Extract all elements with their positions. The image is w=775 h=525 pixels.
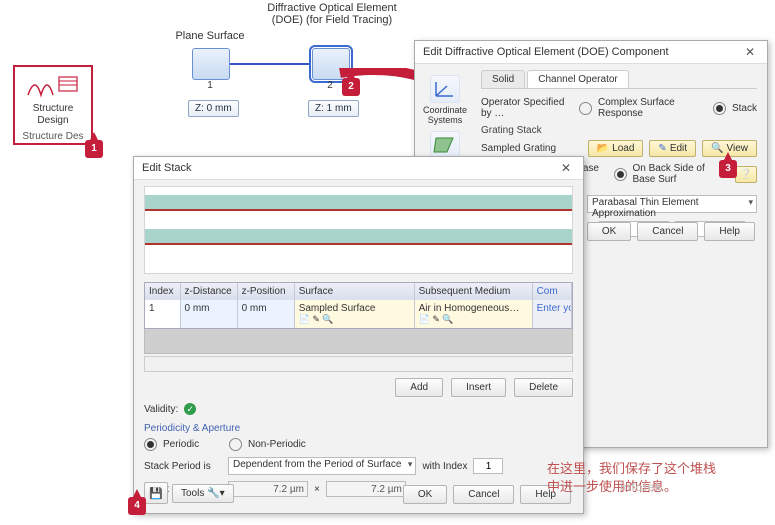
periodic-label: Periodic — [163, 439, 223, 450]
table-row[interactable]: 1 0 mm 0 mm Sampled Surface📄 ✎ 🔍 Air in … — [145, 300, 572, 328]
stack-radio[interactable] — [713, 102, 726, 115]
tab-channel-operator[interactable]: Channel Operator — [527, 70, 629, 88]
col-zdistance: z-Distance — [181, 283, 238, 300]
block2-title: Diffractive Optical Element (DOE) (for F… — [262, 2, 402, 26]
palette-group-label: Structure Des — [15, 131, 91, 142]
add-button[interactable]: Add — [395, 378, 443, 397]
doe-ok-button[interactable]: OK — [587, 222, 631, 241]
with-index-label: with Index — [422, 461, 467, 472]
nonperiodic-radio[interactable] — [229, 438, 242, 451]
back-side-label: On Back Side of Base Surf — [633, 163, 723, 185]
save-icon-button[interactable]: 💾 — [144, 482, 168, 504]
col-zposition: z-Position — [238, 283, 295, 300]
periodicity-title: Periodicity & Aperture — [144, 423, 573, 434]
help-icon-button[interactable]: ❔ — [735, 166, 757, 183]
doe-title: Edit Diffractive Optical Element (DOE) C… — [423, 46, 669, 58]
close-icon[interactable]: ✕ — [557, 161, 575, 175]
position-icon — [430, 131, 460, 159]
complex-surface-radio[interactable] — [579, 102, 592, 115]
times-label: × — [314, 484, 320, 495]
badge-3: 3 — [719, 160, 737, 178]
plane-surface-block[interactable] — [192, 48, 230, 80]
col-comment: Com — [533, 283, 572, 300]
stack-title: Edit Stack — [142, 162, 192, 174]
structure-design-palette-item[interactable]: Structure Design Structure Des — [13, 65, 93, 145]
structure-design-icon — [15, 71, 91, 101]
horizontal-scrollbar[interactable] — [144, 356, 573, 372]
stack-period-dependency-dropdown[interactable]: Dependent from the Period of Surface — [228, 457, 416, 475]
sampled-grating-label: Sampled Grating — [481, 143, 582, 154]
badge-1: 1 — [85, 140, 103, 158]
col-medium: Subsequent Medium — [415, 283, 533, 300]
load-button[interactable]: 📂Load — [588, 140, 644, 157]
close-icon[interactable]: ✕ — [741, 45, 759, 59]
insert-button[interactable]: Insert — [451, 378, 506, 397]
stack-cancel-button[interactable]: Cancel — [453, 485, 514, 504]
col-index: Index — [145, 283, 181, 300]
with-index-input[interactable] — [473, 458, 503, 474]
validity-label: Validity: — [144, 404, 178, 415]
operator-specified-label: Operator Specified by … — [481, 97, 573, 119]
palette-label-1: Structure — [15, 103, 91, 115]
table-empty-area — [144, 329, 573, 354]
block1-number: 1 — [192, 80, 228, 91]
back-side-radio[interactable] — [614, 168, 627, 181]
doe-help-button[interactable]: Help — [704, 222, 755, 241]
validity-ok-icon: ✓ — [184, 403, 196, 415]
edit-button[interactable]: ✎Edit — [649, 140, 696, 157]
complex-surface-label: Complex Surface Response — [598, 97, 707, 119]
col-surface: Surface — [295, 283, 415, 300]
grating-stack-title: Grating Stack — [481, 125, 757, 136]
tools-dropdown-button[interactable]: Tools 🔧▾ — [172, 484, 234, 503]
view-button[interactable]: 🔍View — [702, 140, 757, 157]
block1-title: Plane Surface — [170, 30, 250, 42]
coord-systems-tool[interactable]: Coordinate Systems — [420, 75, 470, 125]
periodic-radio[interactable] — [144, 438, 157, 451]
axes-icon — [430, 75, 460, 103]
delete-button[interactable]: Delete — [514, 378, 573, 397]
tab-solid[interactable]: Solid — [481, 70, 525, 88]
badge-4: 4 — [128, 497, 146, 515]
doe-cancel-button[interactable]: Cancel — [637, 222, 698, 241]
stack-period-y — [326, 481, 406, 497]
method-dropdown[interactable]: Parabasal Thin Element Approximation — [587, 195, 757, 213]
nonperiodic-label: Non-Periodic — [248, 439, 306, 450]
stack-table: Index z-Distance z-Position Surface Subs… — [144, 282, 573, 329]
edit-stack-dialog: Edit Stack ✕ Index z-Distance z-Position… — [133, 156, 584, 514]
stack-period-is-label: Stack Period is — [144, 461, 222, 472]
palette-label-2: Design — [15, 115, 91, 127]
block1-z-button[interactable]: Z: 0 mm — [188, 100, 239, 117]
watermark-text: infotek — [620, 480, 662, 494]
stack-ok-button[interactable]: OK — [403, 485, 447, 504]
stack-period-x — [228, 481, 308, 497]
stack-label: Stack — [732, 103, 757, 114]
layer-preview — [144, 186, 573, 274]
diagram-connector — [230, 63, 310, 65]
